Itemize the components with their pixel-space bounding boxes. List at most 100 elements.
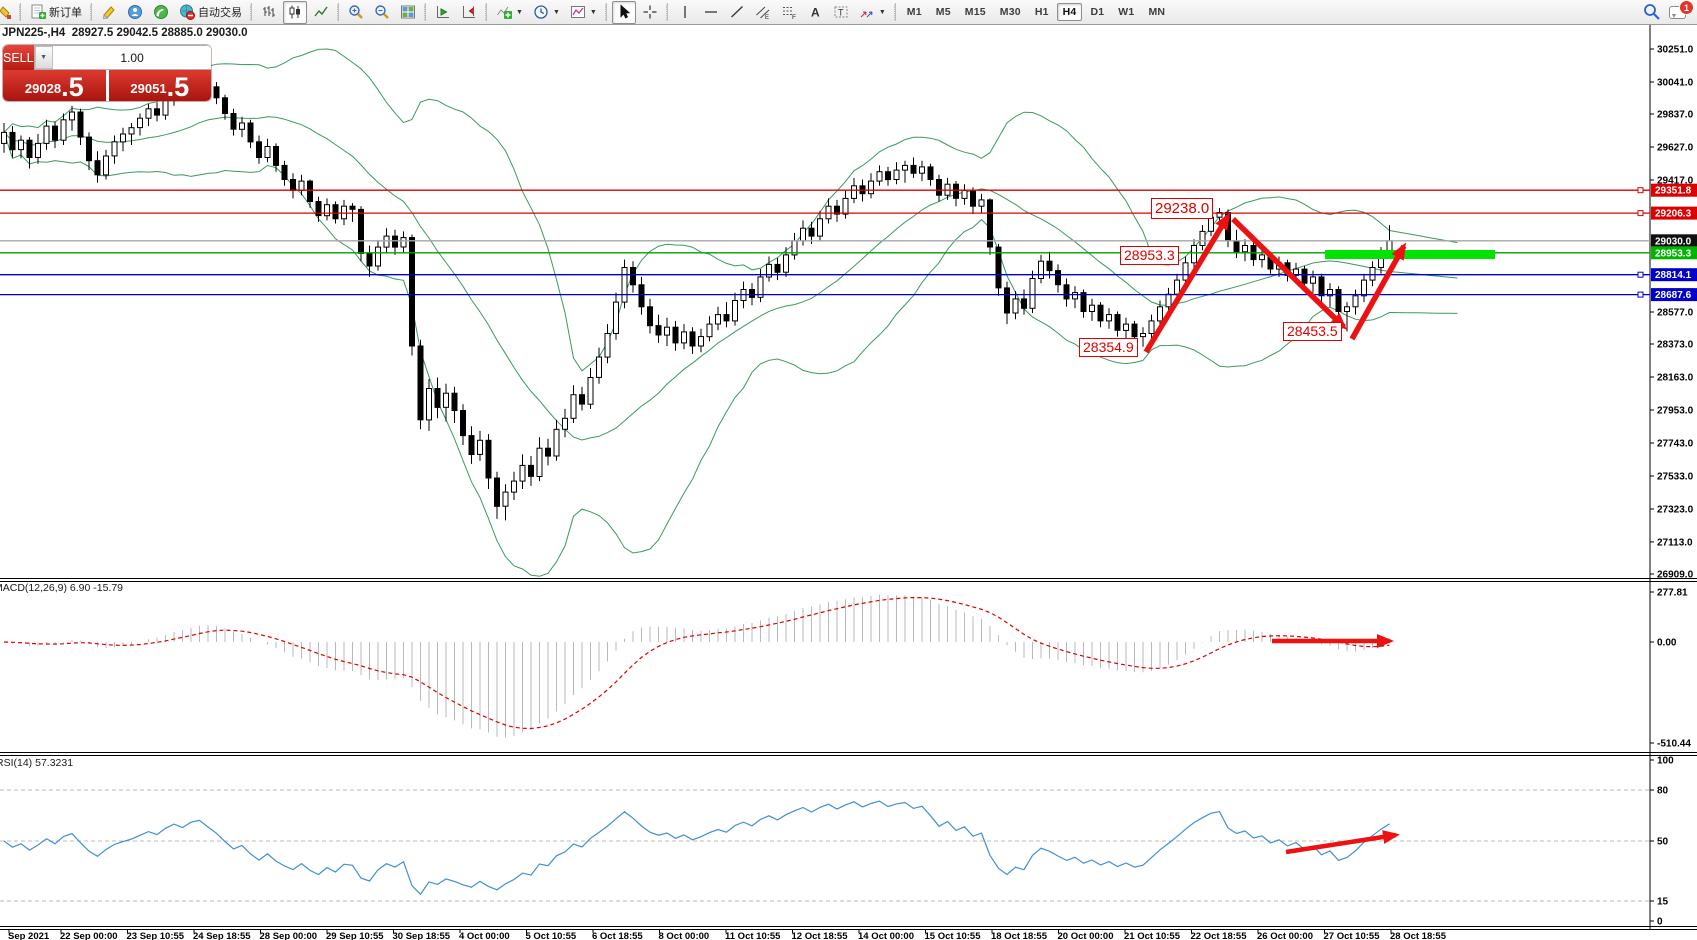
dropdown-caret-icon[interactable]: ▼	[590, 9, 597, 16]
macd-name: MACD(12,26,9)	[0, 582, 67, 594]
sell-price-main: 29028	[25, 78, 61, 100]
macd-values: 6.90 -15.79	[70, 582, 123, 594]
volume-input[interactable]	[53, 46, 211, 69]
toolbar-group	[343, 0, 421, 24]
auto-scroll-button[interactable]	[431, 1, 455, 24]
sell-price-big-digit: .5	[61, 75, 84, 100]
toolbar-group	[256, 0, 334, 24]
dropdown-caret-icon[interactable]: ▼	[553, 9, 560, 16]
macd-signal-line	[4, 598, 1390, 729]
autotrading-button[interactable]: 自动交易	[175, 1, 246, 24]
time-tick-label: 5 Oct 10:55	[526, 931, 577, 940]
sell-price[interactable]: 29028.5	[3, 70, 106, 101]
candles-series	[2, 74, 1393, 521]
rsi-indicator-label: RSI(14) 57.3231	[0, 757, 73, 769]
metaeditor-button[interactable]	[97, 1, 121, 24]
periods-icon	[533, 4, 549, 20]
rsi-tick-label: 0	[1657, 917, 1663, 928]
price-tick-label: 28577.0	[1657, 308, 1694, 319]
main-toolbar: 新订单 自动交易 ▼ ▼ ▼ E FAT ▼ M1M5M15M30H1H4D1W1MN 1	[0, 0, 1697, 25]
dropdown-caret-icon[interactable]: ▼	[516, 9, 523, 16]
timeframe-w1[interactable]: W1	[1112, 3, 1140, 21]
toolbar-group	[430, 0, 482, 24]
time-tick-label: 30 Sep 18:55	[393, 931, 451, 940]
price-badge-label: 29351.8	[1655, 186, 1692, 197]
price-tick-label: 27953.0	[1657, 406, 1694, 417]
dropdown-caret-icon[interactable]: ▼	[879, 9, 886, 16]
fibonacci-button[interactable]: F	[777, 1, 801, 24]
channel-button[interactable]: E	[751, 1, 775, 24]
candle-chart-icon	[287, 4, 303, 20]
cursor-button[interactable]	[612, 1, 636, 24]
bar-chart-button[interactable]	[257, 1, 281, 24]
tile-windows-icon	[400, 4, 416, 20]
volume-decrease-button[interactable]: ▼	[35, 46, 53, 69]
templates-icon	[570, 4, 586, 20]
navigator-button[interactable]	[123, 1, 147, 24]
time-tick-label: 22 Oct 18:55	[1191, 931, 1248, 940]
zoom-out-button[interactable]	[370, 1, 394, 24]
toolbar-separator	[337, 3, 339, 21]
line-chart-button[interactable]	[309, 1, 333, 24]
time-tick-label: 27 Oct 10:55	[1324, 931, 1381, 940]
bar-chart-icon	[261, 4, 277, 20]
timeframe-h4[interactable]: H4	[1057, 3, 1083, 21]
price-annotation-label[interactable]: 28354.9	[1079, 338, 1138, 357]
timeframe-mn[interactable]: MN	[1142, 3, 1171, 21]
price-axis: 30251.030041.029837.029627.029417.028577…	[1650, 45, 1694, 581]
timeframe-m30[interactable]: M30	[994, 3, 1027, 21]
text-label-button[interactable]: T	[829, 1, 853, 24]
rsi-tick-label: 50	[1657, 837, 1669, 848]
toolbar-separator	[90, 3, 92, 21]
toolbar-group: E FAT ▼	[672, 0, 891, 24]
timeframe-m15[interactable]: M15	[959, 3, 992, 21]
chart-canvas: 30251.030041.029837.029627.029417.028577…	[0, 0, 1697, 940]
toolbar-separator	[666, 3, 668, 21]
clipped-icon[interactable]	[0, 1, 15, 24]
time-tick-label: 26 Oct 00:00	[1257, 931, 1313, 940]
trendline-button[interactable]	[725, 1, 749, 24]
notifications-button[interactable]: 1	[1669, 3, 1691, 21]
mt4-terminal: 新订单 自动交易 ▼ ▼ ▼ E FAT ▼ M1M5M15M30H1H4D1W1MN 1 30…	[0, 0, 1697, 940]
rsi-name: RSI(14)	[0, 757, 32, 769]
price-annotation-label[interactable]: 28953.3	[1120, 246, 1179, 265]
metaeditor-icon	[101, 4, 117, 20]
templates-button[interactable]: ▼	[566, 1, 601, 24]
sell-button[interactable]: SELL	[3, 45, 34, 70]
tile-windows-button[interactable]	[396, 1, 420, 24]
timeframe-d1[interactable]: D1	[1084, 3, 1110, 21]
zoom-in-button[interactable]	[344, 1, 368, 24]
vertical-line-button[interactable]	[673, 1, 697, 24]
price-annotation-label[interactable]: 28453.5	[1283, 322, 1342, 341]
timeframe-h1[interactable]: H1	[1029, 3, 1055, 21]
crosshair-button[interactable]	[638, 1, 662, 24]
svg-text:A: A	[811, 6, 820, 20]
horizontal-line-button[interactable]	[699, 1, 723, 24]
price-badge-label: 28953.3	[1655, 248, 1692, 259]
time-tick-label: 28 Oct 18:55	[1390, 931, 1447, 940]
chart-shift-button[interactable]	[457, 1, 481, 24]
buy-price[interactable]: 29051.5	[109, 70, 212, 101]
indicators-button[interactable]: ▼	[492, 1, 527, 24]
arrows-button[interactable]: ▼	[855, 1, 890, 24]
time-tick-label: 20 Oct 00:00	[1058, 931, 1114, 940]
timeframe-m1[interactable]: M1	[901, 3, 928, 21]
new-order-button[interactable]: 新订单	[26, 1, 86, 24]
ohlc-values: 28927.5 29042.5 28885.0 29030.0	[72, 27, 248, 39]
chart-title: JPN225-,H4 28927.5 29042.5 28885.0 29030…	[2, 27, 248, 39]
price-badge-label: 29206.3	[1655, 209, 1692, 220]
search-icon[interactable]	[1641, 2, 1663, 22]
channel-icon: E	[755, 4, 771, 20]
green-zone-bar	[1325, 250, 1495, 259]
macd-tick-label: 0.00	[1657, 638, 1677, 649]
time-tick-label: 24 Sep 18:55	[193, 931, 251, 940]
text-button[interactable]: A	[803, 1, 827, 24]
notification-count-badge: 1	[1680, 1, 1693, 14]
periods-button[interactable]: ▼	[529, 1, 564, 24]
timeframe-m5[interactable]: M5	[930, 3, 957, 21]
signals-button[interactable]	[149, 1, 173, 24]
trendline-icon	[729, 4, 745, 20]
svg-text:E: E	[765, 15, 769, 20]
price-annotation-label[interactable]: 29238.0	[1151, 198, 1213, 219]
candle-chart-button[interactable]	[283, 1, 307, 24]
